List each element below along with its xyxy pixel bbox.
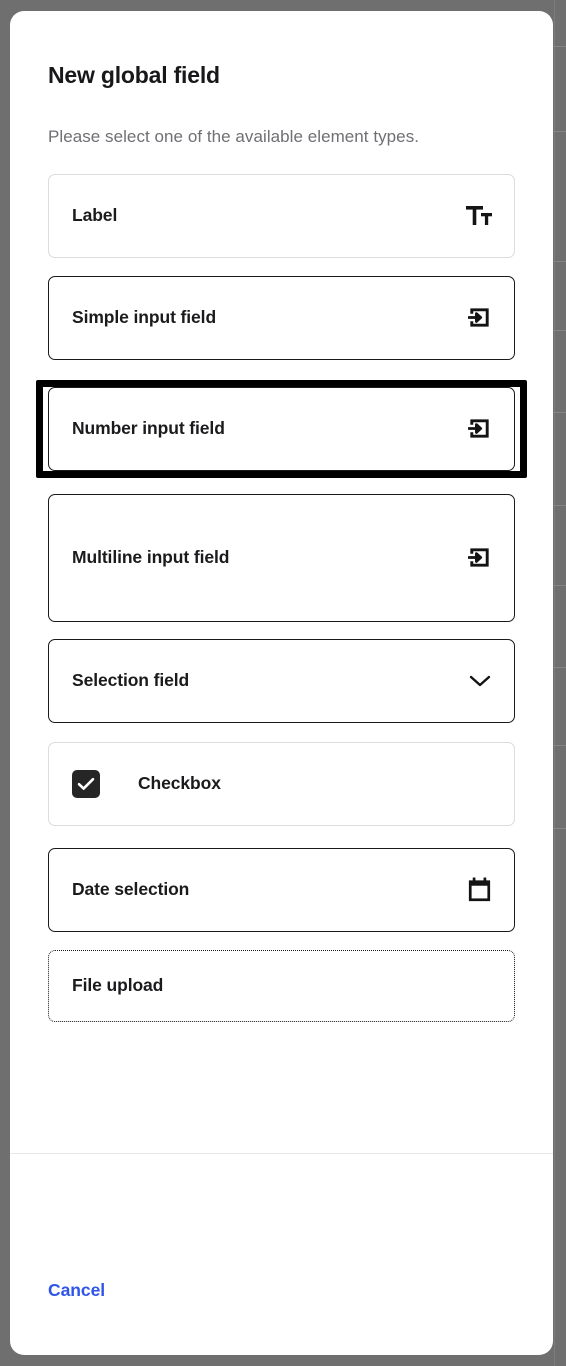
arrow-into-box-icon: [467, 545, 492, 570]
option-simple-input-field[interactable]: Simple input field: [48, 275, 515, 360]
option-label[interactable]: Label: [48, 173, 515, 258]
chevron-down-icon: [468, 673, 492, 689]
option-label-text: Date selection: [72, 879, 190, 900]
option-label-text: Checkbox: [138, 773, 221, 794]
option-label-text: Number input field: [72, 418, 225, 439]
option-label-text: Label: [72, 205, 118, 226]
option-label-text: Simple input field: [72, 307, 217, 328]
option-wrapper-file-upload: File upload: [48, 949, 515, 1022]
option-label-text: Multiline input field: [72, 547, 230, 568]
checkbox-checked-icon: [72, 769, 100, 798]
background-vertical-rule: [554, 0, 555, 1366]
option-wrapper-simple-input-field: Simple input field: [48, 275, 515, 360]
option-number-input-field[interactable]: Number input field: [48, 386, 515, 471]
arrow-into-box-icon: [467, 305, 492, 330]
option-file-upload[interactable]: File upload: [48, 949, 515, 1022]
option-date-selection[interactable]: Date selection: [48, 847, 515, 932]
option-wrapper-multiline-input-field: Multiline input field: [48, 493, 515, 622]
dialog-header: New global field Please select one of th…: [10, 11, 553, 147]
option-wrapper-number-input-field: Number input field: [36, 379, 527, 478]
option-selection-field[interactable]: Selection field: [48, 638, 515, 723]
cancel-button[interactable]: Cancel: [48, 1280, 105, 1301]
dialog-footer: Cancel: [10, 1153, 553, 1355]
arrow-into-box-icon: [467, 416, 492, 441]
option-label-text: Selection field: [72, 670, 190, 691]
option-multiline-input-field[interactable]: Multiline input field: [48, 493, 515, 622]
dialog-subtitle: Please select one of the available eleme…: [48, 126, 420, 146]
new-global-field-dialog: New global field Please select one of th…: [10, 11, 553, 1355]
option-checkbox[interactable]: Checkbox: [48, 741, 515, 826]
option-wrapper-selection-field: Selection field: [48, 638, 515, 723]
option-label-text: File upload: [72, 975, 164, 996]
option-wrapper-label: Label: [48, 173, 515, 258]
option-wrapper-date-selection: Date selection: [48, 847, 515, 932]
option-wrapper-checkbox: Checkbox: [48, 741, 515, 826]
text-size-icon: [466, 205, 492, 227]
dialog-body: New global field Please select one of th…: [10, 11, 553, 1153]
dialog-title: New global field: [48, 62, 220, 88]
element-type-list: Label Simple input field Number input fi…: [10, 173, 553, 1022]
calendar-icon: [467, 877, 492, 903]
